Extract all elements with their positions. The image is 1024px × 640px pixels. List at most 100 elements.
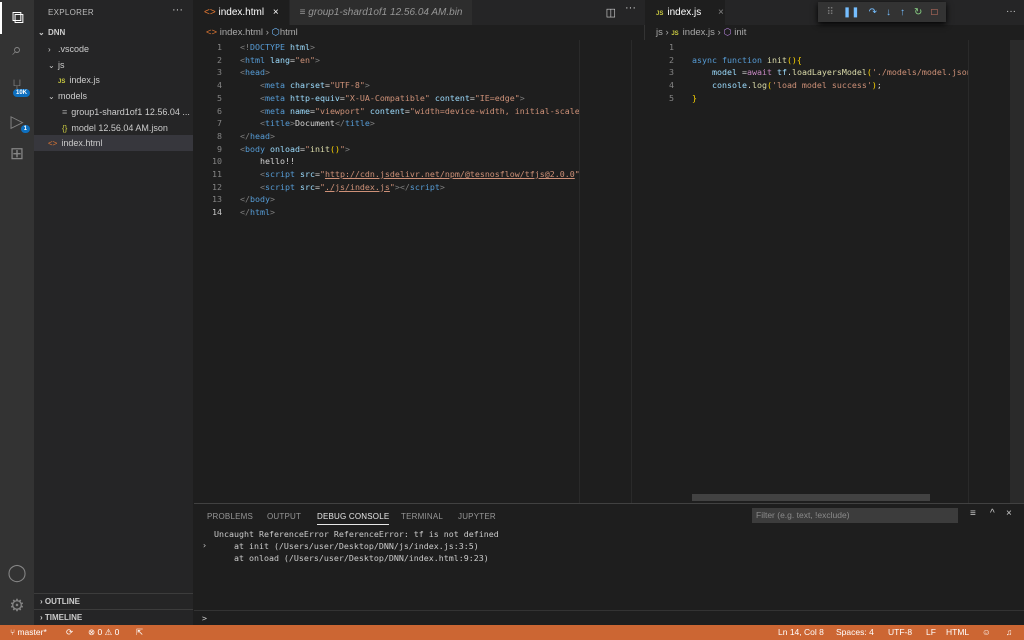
close-tab-icon[interactable]: × (718, 7, 724, 18)
line-number: 5 (217, 92, 222, 103)
code-token: init (309, 143, 330, 154)
tab-shard-bin[interactable]: ≡ group1-shard1of1 12.56.04 AM.bin (289, 0, 474, 25)
step-into-icon[interactable]: ↓ (886, 7, 891, 18)
more-actions-icon[interactable]: ··· (172, 4, 183, 16)
panel-tab-output[interactable]: OUTPUT (267, 512, 301, 521)
line-number: 3 (669, 67, 674, 78)
code-token: > (519, 92, 525, 103)
minimap[interactable] (579, 40, 631, 503)
code-token: > (369, 118, 375, 129)
step-over-icon[interactable]: ↷ (869, 7, 877, 18)
tab-index-js[interactable]: JS index.js × (646, 0, 726, 25)
source-control-icon[interactable]: ⑂ 10K (0, 70, 34, 102)
tree-item[interactable]: ≡ group1-shard1of1 12.56.04 ... (34, 104, 193, 120)
more-actions-icon[interactable]: ··· (625, 2, 636, 14)
restart-icon[interactable]: ↻ (914, 7, 922, 18)
stop-icon[interactable]: □ (931, 7, 937, 18)
code-token: Document (294, 118, 335, 129)
code-token: = (736, 67, 747, 78)
console-input[interactable]: > (194, 610, 1024, 626)
code-line: </html> (240, 206, 579, 219)
js-file-icon: JS (58, 79, 66, 86)
drag-handle-icon[interactable]: ⠿ (827, 7, 834, 18)
language-mode[interactable]: HTML (946, 625, 969, 640)
code-editor-html[interactable]: 1 <!DOCTYPE html> 2 <html lang="en"> 3 <head>… (194, 41, 579, 341)
encoding[interactable]: UTF-8 (888, 625, 912, 640)
file-icon: ≡ (299, 7, 306, 18)
html-file-icon: <> (48, 139, 58, 149)
breadcrumb-file[interactable]: index.html (220, 27, 263, 38)
run-debug-icon[interactable]: ▷ 1 (0, 106, 34, 138)
breadcrumb-html[interactable]: html (280, 27, 298, 38)
timeline-section[interactable]: › TIMELINE (34, 609, 193, 625)
code-token: console (711, 80, 747, 91)
code-token: > (439, 181, 445, 192)
vertical-scrollbar[interactable] (1010, 40, 1024, 503)
panel-tab-terminal[interactable]: TERMINAL (401, 512, 443, 521)
close-panel-icon[interactable]: × (1006, 508, 1012, 519)
breadcrumb-js[interactable]: js (656, 27, 663, 38)
tree-item[interactable]: ⌄ js (34, 57, 193, 73)
code-token: content (369, 105, 405, 116)
outline-section[interactable]: › OUTLINE (34, 593, 193, 609)
tree-item-label: .vscode (58, 44, 90, 54)
account-icon[interactable]: ◯ (0, 557, 34, 589)
pause-icon[interactable]: ❚❚ (843, 7, 860, 18)
step-out-icon[interactable]: ↑ (900, 7, 905, 18)
sync-icon[interactable]: ⟳ (66, 625, 73, 640)
breadcrumb-init[interactable]: init (734, 27, 746, 38)
search-icon[interactable]: ⌕ (0, 34, 34, 66)
horizontal-scrollbar[interactable] (692, 494, 930, 501)
code-line: <html lang="en"> (240, 54, 579, 67)
clear-console-icon[interactable]: ≡ (970, 508, 976, 519)
filter-input[interactable]: Filter (e.g. text, !exclude) (752, 508, 958, 523)
panel-tab-problems[interactable]: PROBLEMS (207, 512, 253, 521)
code-token: ></ (394, 181, 410, 192)
tree-root-dnn[interactable]: ⌄ DNN (34, 25, 193, 41)
scm-badge: 10K (12, 89, 30, 97)
code-line: <script src="./js/index.js"></script> (240, 181, 579, 194)
tab-index-html[interactable]: <> index.html × (194, 0, 290, 25)
code-line: <meta charset="UTF-8"> (240, 79, 579, 92)
code-token: head (245, 67, 265, 78)
tree-item-label: models (58, 91, 88, 102)
problems-status[interactable]: ⊗ 0 ⚠ 0 (88, 625, 119, 640)
tree-item[interactable]: <> index.html (34, 135, 193, 152)
code-token: async (692, 54, 717, 65)
vertical-scrollbar[interactable] (631, 40, 645, 503)
panel-tab-debug-console[interactable]: DEBUG CONSOLE (317, 512, 390, 525)
code-token: "X-UA-Compatible" (344, 92, 430, 103)
panel-tab-jupyter[interactable]: JUPYTER (458, 512, 496, 521)
split-editor-icon[interactable]: ◫ (606, 6, 616, 19)
minimap[interactable] (968, 40, 1010, 503)
breadcrumb-file[interactable]: index.js (683, 27, 715, 38)
extensions-icon[interactable]: ⊞ (0, 138, 34, 170)
branch-status[interactable]: ⑂ master* (10, 625, 47, 640)
code-token: script (264, 181, 295, 192)
live-share-icon[interactable]: ⇱ (136, 625, 143, 640)
tree-item[interactable]: {} model 12.56.04 AM.json (34, 120, 193, 136)
settings-gear-icon[interactable]: ⚙ (0, 590, 34, 622)
feedback-icon[interactable]: ☺ (982, 625, 991, 640)
code-token: function (721, 54, 762, 65)
code-line: <meta http-equiv="X-UA-Compatible" conte… (240, 92, 579, 105)
tree-item[interactable]: › .vscode (34, 41, 193, 57)
maximize-panel-icon[interactable]: ^ (990, 508, 995, 519)
line-number: 2 (669, 54, 674, 65)
more-actions-icon[interactable]: ··· (1006, 6, 1016, 17)
eol[interactable]: LF (926, 625, 936, 640)
code-line: </body> (240, 193, 579, 206)
chevron-down-icon: ⌄ (48, 92, 55, 102)
code-token: './models/model.json' (871, 67, 968, 78)
indentation[interactable]: Spaces: 4 (836, 625, 874, 640)
tree-item[interactable]: ⌄ models (34, 88, 193, 104)
tree-item[interactable]: JS index.js (34, 72, 193, 88)
notifications-bell-icon[interactable]: ♫ (1006, 625, 1012, 640)
code-editor-js[interactable]: 1 2 async function init(){3 model =await t… (646, 41, 968, 121)
cursor-position[interactable]: Ln 14, Col 8 (778, 625, 824, 640)
expand-chevron-icon[interactable]: › (202, 540, 207, 550)
close-tab-icon[interactable]: × (273, 7, 279, 18)
code-token: hello!! (240, 156, 295, 167)
explorer-icon[interactable]: ⧉ (0, 2, 34, 34)
